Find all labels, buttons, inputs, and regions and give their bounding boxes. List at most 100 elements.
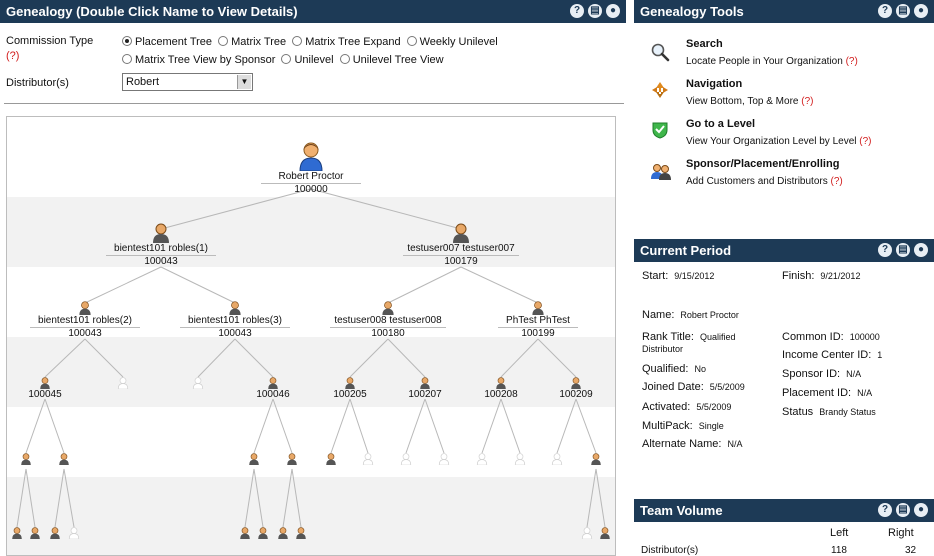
tree-node-name[interactable]: Robert Proctor [261, 171, 361, 184]
help-icon[interactable]: ? [878, 4, 892, 18]
person-icon[interactable] [49, 527, 61, 539]
person-icon[interactable] [295, 527, 307, 539]
radio-matrix-tree[interactable]: Matrix Tree [218, 33, 286, 51]
radio-dot[interactable] [406, 36, 417, 46]
tree-node[interactable]: 100045 [25, 377, 65, 401]
tree-node-name[interactable]: bientest101 robles(1) [106, 243, 216, 256]
tool-sponsor-title[interactable]: Sponsor/Placement/Enrolling [686, 158, 839, 170]
radio-dot[interactable] [281, 54, 292, 64]
radio-label: Weekly Unilevel [419, 36, 498, 48]
person-icon[interactable] [325, 453, 337, 465]
commission-type-help-link[interactable]: (?) [6, 50, 19, 62]
help-link[interactable]: (?) [859, 136, 871, 147]
radio-unilevel[interactable]: Unilevel [281, 51, 334, 69]
tree-node[interactable]: bientest101 robles(1) 100043 [106, 223, 216, 268]
radio-unilevel-tree-view[interactable]: Unilevel Tree View [339, 51, 444, 69]
tree-node-id[interactable]: 100043 [180, 328, 290, 340]
tree-node-id[interactable]: 100180 [330, 328, 446, 340]
tree-node[interactable]: 100205 [330, 377, 370, 401]
help-icon[interactable]: ? [570, 4, 584, 18]
help-link[interactable]: (?) [801, 96, 813, 107]
person-icon[interactable] [11, 527, 23, 539]
person-icon[interactable] [277, 527, 289, 539]
person-icon[interactable] [29, 527, 41, 539]
radio-dot[interactable] [292, 36, 303, 46]
tree-node[interactable]: PhTest PhTest 100199 [498, 301, 578, 340]
tree-node[interactable]: 100208 [481, 377, 521, 401]
person-outline-icon[interactable] [68, 527, 80, 539]
help-icon[interactable]: ? [878, 503, 892, 517]
person-icon[interactable] [248, 453, 260, 465]
person-icon[interactable] [58, 453, 70, 465]
person-outline-icon[interactable] [514, 453, 526, 465]
radio-weekly-unilevel[interactable]: Weekly Unilevel [406, 33, 498, 51]
navigation-icon[interactable] [650, 80, 670, 100]
tree-node-name[interactable]: testuser007 testuser007 [403, 243, 519, 256]
tree-node-id[interactable]: 100199 [498, 328, 578, 340]
search-icon[interactable] [650, 42, 670, 62]
radio-matrix-tree-view-by-sponsor[interactable]: Matrix Tree View by Sponsor [122, 51, 275, 69]
person-outline-icon[interactable] [581, 527, 593, 539]
tree-node-name[interactable]: bientest101 robles(3) [180, 315, 290, 328]
distributor-select[interactable]: Robert ▼ [122, 73, 253, 91]
people-icon[interactable] [650, 162, 672, 182]
chevron-down-icon[interactable]: ▼ [237, 75, 251, 89]
radio-dot[interactable] [122, 36, 132, 46]
radio-dot[interactable] [122, 54, 132, 64]
person-outline-icon[interactable] [476, 453, 488, 465]
tree-node-id[interactable]: 100179 [403, 256, 519, 268]
collapse-icon[interactable]: ● [914, 4, 928, 18]
tool-navigation-title[interactable]: Navigation [686, 78, 742, 90]
tree-node-empty[interactable] [115, 377, 131, 389]
collapse-icon[interactable]: ● [606, 4, 620, 18]
tree-node[interactable]: 100209 [556, 377, 596, 401]
tree-node[interactable]: bientest101 robles(2) 100043 [30, 301, 140, 340]
tree-node[interactable]: 100207 [405, 377, 445, 401]
tree-node-id[interactable]: 100045 [25, 389, 65, 401]
tree-node-id[interactable]: 100205 [330, 389, 370, 401]
tree-node[interactable]: testuser008 testuser008 100180 [330, 301, 446, 340]
radio-placement-tree[interactable]: Placement Tree [122, 33, 212, 51]
print-icon[interactable]: ▤ [896, 243, 910, 257]
radio-dot[interactable] [218, 36, 229, 46]
tree-node-id[interactable]: 100209 [556, 389, 596, 401]
person-icon[interactable] [590, 453, 602, 465]
tool-level-title[interactable]: Go to a Level [686, 118, 755, 130]
help-icon[interactable]: ? [878, 243, 892, 257]
tree-node-id[interactable]: 100046 [253, 389, 293, 401]
tool-search-title[interactable]: Search [686, 38, 723, 50]
tree-node[interactable]: testuser007 testuser007 100179 [403, 223, 519, 268]
person-outline-icon[interactable] [438, 453, 450, 465]
help-link[interactable]: (?) [846, 56, 858, 67]
person-icon[interactable] [286, 453, 298, 465]
person-outline-icon[interactable] [400, 453, 412, 465]
print-icon[interactable]: ▤ [896, 503, 910, 517]
tree-node-id[interactable]: 100043 [106, 256, 216, 268]
print-icon[interactable]: ▤ [896, 4, 910, 18]
person-icon[interactable] [239, 527, 251, 539]
person-icon[interactable] [20, 453, 32, 465]
tree-node-root[interactable]: Robert Proctor 100000 [261, 141, 361, 196]
sponsor-id-value: N/A [846, 369, 862, 379]
tree-node-id[interactable]: 100043 [30, 328, 140, 340]
print-icon[interactable]: ▤ [588, 4, 602, 18]
person-icon[interactable] [599, 527, 611, 539]
tree-node-id[interactable]: 100000 [261, 184, 361, 196]
tree-node-empty[interactable] [190, 377, 206, 389]
tree-node[interactable]: bientest101 robles(3) 100043 [180, 301, 290, 340]
tree-node-id[interactable]: 100208 [481, 389, 521, 401]
collapse-icon[interactable]: ● [914, 243, 928, 257]
radio-matrix-tree-expand[interactable]: Matrix Tree Expand [292, 33, 401, 51]
person-icon[interactable] [257, 527, 269, 539]
tree-node-name[interactable]: testuser008 testuser008 [330, 315, 446, 328]
tree-node-name[interactable]: bientest101 robles(2) [30, 315, 140, 328]
person-outline-icon[interactable] [551, 453, 563, 465]
tree-node[interactable]: 100046 [253, 377, 293, 401]
radio-dot[interactable] [339, 54, 350, 64]
tree-node-name[interactable]: PhTest PhTest [498, 315, 578, 328]
help-link[interactable]: (?) [831, 176, 843, 187]
collapse-icon[interactable]: ● [914, 503, 928, 517]
tree-node-id[interactable]: 100207 [405, 389, 445, 401]
level-icon[interactable] [650, 120, 670, 140]
person-outline-icon[interactable] [362, 453, 374, 465]
